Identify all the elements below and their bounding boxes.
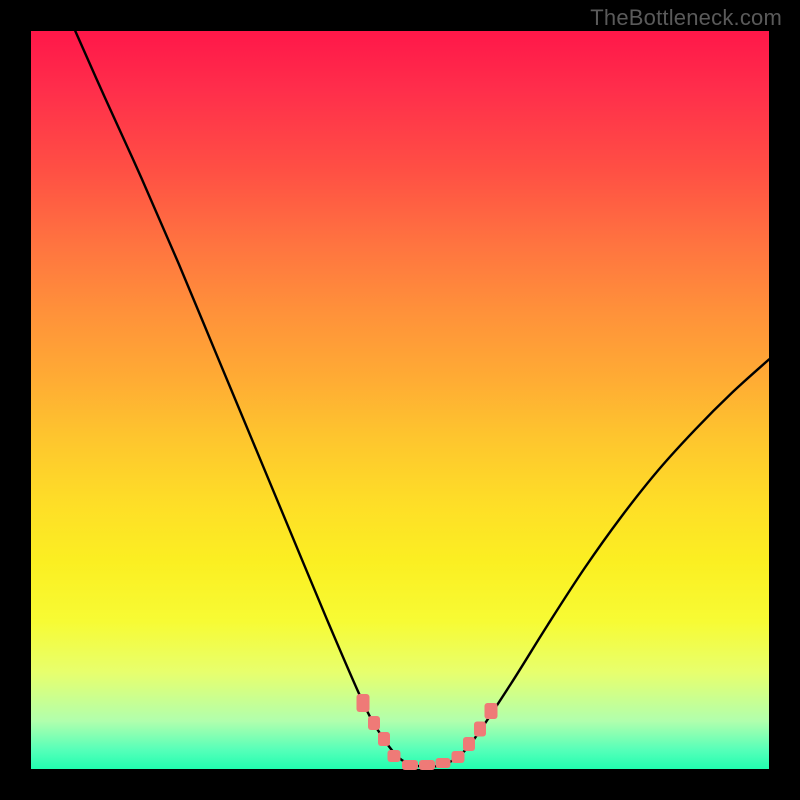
plot-area (31, 31, 769, 769)
data-marker (388, 750, 401, 762)
data-marker (419, 760, 435, 770)
data-marker (378, 732, 390, 746)
data-marker (368, 716, 380, 730)
data-marker (484, 703, 497, 719)
data-marker (463, 737, 475, 751)
data-marker (435, 758, 450, 768)
data-marker (451, 751, 464, 763)
chart-frame: TheBottleneck.com (0, 0, 800, 800)
marker-layer (31, 31, 769, 769)
data-marker (402, 760, 418, 770)
data-marker (474, 722, 486, 737)
watermark-text: TheBottleneck.com (590, 5, 782, 31)
data-marker (357, 694, 370, 712)
